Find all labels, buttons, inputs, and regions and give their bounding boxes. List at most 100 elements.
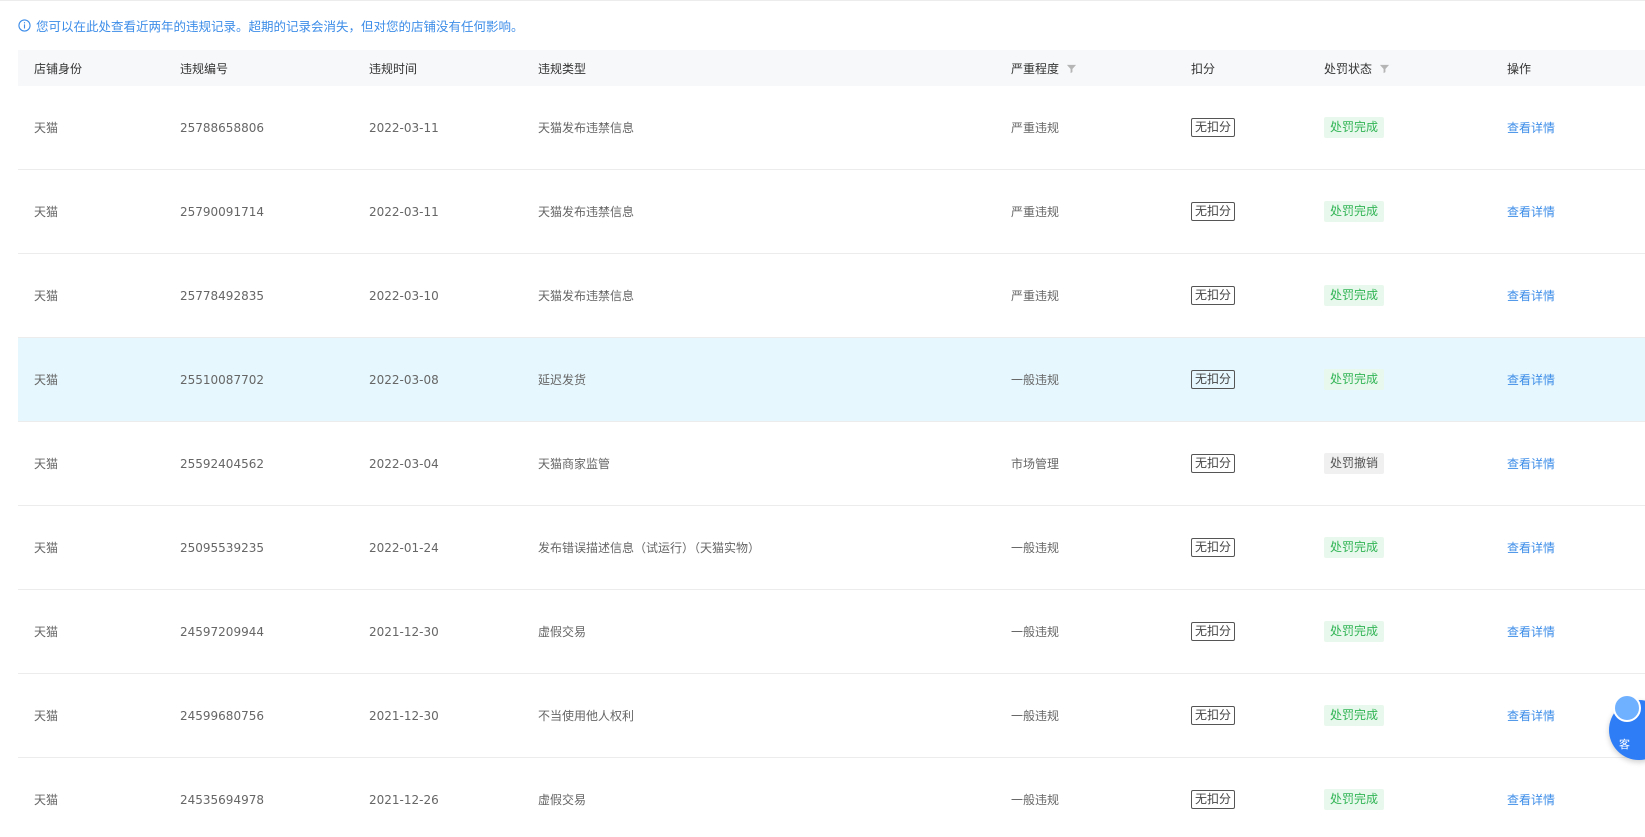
- cell-action: 查看详情: [1507, 422, 1555, 505]
- cell-violation-time: 2021-12-30: [369, 624, 439, 639]
- view-details-link[interactable]: 查看详情: [1507, 707, 1555, 724]
- cell-status: 处罚撤销: [1324, 422, 1385, 505]
- cell-severity: 一般违规: [1011, 793, 1060, 807]
- column-header-id: 违规编号: [180, 50, 228, 86]
- cell-violation-type: 天猫商家监管: [538, 457, 611, 471]
- cell-violation-time: 2021-12-26: [369, 792, 439, 807]
- cell-violation-id: 24599680756: [180, 708, 264, 723]
- view-details-link[interactable]: 查看详情: [1507, 539, 1555, 556]
- column-header-action: 操作: [1507, 50, 1531, 86]
- status-badge: 处罚完成: [1324, 537, 1385, 558]
- cell-identity: 天猫: [34, 457, 59, 471]
- cell-status: 处罚完成: [1324, 86, 1385, 169]
- deduct-tag: 无扣分: [1191, 370, 1236, 389]
- cell-violation-id: 25790091714: [180, 204, 264, 219]
- column-header-deduct: 扣分: [1191, 50, 1215, 86]
- violation-table: 店铺身份 违规编号 违规时间 违规类型 严重程度 扣分 处罚状态 操作 天猫 2: [18, 50, 1645, 837]
- view-details-link[interactable]: 查看详情: [1507, 119, 1555, 136]
- cell-status: 处罚完成: [1324, 254, 1385, 337]
- column-header-status: 处罚状态: [1324, 50, 1390, 86]
- cell-status: 处罚完成: [1324, 674, 1385, 757]
- cell-status: 处罚完成: [1324, 590, 1385, 673]
- cell-identity: 天猫: [34, 121, 59, 135]
- deduct-tag: 无扣分: [1191, 790, 1236, 809]
- column-header-identity: 店铺身份: [34, 50, 82, 86]
- column-header-label: 操作: [1507, 61, 1532, 76]
- cell-violation-id: 25095539235: [180, 540, 264, 555]
- deduct-tag: 无扣分: [1191, 538, 1236, 557]
- table-row: 天猫 24535694978 2021-12-26 虚假交易 一般违规 无扣分 …: [18, 758, 1645, 837]
- status-badge: 处罚完成: [1324, 621, 1385, 642]
- cell-status: 处罚完成: [1324, 506, 1385, 589]
- cell-violation-id: 24535694978: [180, 792, 264, 807]
- violation-records-page: 您可以在此处查看近两年的违规记录。超期的记录会消失，但对您的店铺没有任何影响。 …: [0, 0, 1645, 837]
- column-header-label: 违规编号: [180, 61, 229, 76]
- status-badge: 处罚完成: [1324, 117, 1385, 138]
- cell-violation-id: 25592404562: [180, 456, 264, 471]
- view-details-link[interactable]: 查看详情: [1507, 623, 1555, 640]
- status-badge: 处罚撤销: [1324, 453, 1385, 474]
- cell-violation-id: 25510087702: [180, 372, 264, 387]
- view-details-link[interactable]: 查看详情: [1507, 371, 1555, 388]
- view-details-link[interactable]: 查看详情: [1507, 455, 1555, 472]
- cell-severity: 严重违规: [1011, 121, 1060, 135]
- column-header-time: 违规时间: [369, 50, 417, 86]
- cell-action: 查看详情: [1507, 254, 1555, 337]
- status-badge: 处罚完成: [1324, 705, 1385, 726]
- cell-violation-time: 2022-01-24: [369, 540, 439, 555]
- cell-action: 查看详情: [1507, 758, 1555, 837]
- cell-status: 处罚完成: [1324, 338, 1385, 421]
- info-notice: 您可以在此处查看近两年的违规记录。超期的记录会消失，但对您的店铺没有任何影响。: [18, 15, 524, 35]
- cell-violation-type: 不当使用他人权利: [538, 709, 635, 723]
- cell-severity: 一般违规: [1011, 709, 1060, 723]
- deduct-tag: 无扣分: [1191, 202, 1236, 221]
- cell-violation-time: 2022-03-08: [369, 372, 439, 387]
- cell-violation-type: 天猫发布违禁信息: [538, 289, 635, 303]
- table-row: 天猫 25095539235 2022-01-24 发布错误描述信息（试运行）（…: [18, 506, 1645, 590]
- status-badge: 处罚完成: [1324, 789, 1385, 810]
- status-badge: 处罚完成: [1324, 369, 1385, 390]
- cell-violation-type: 发布错误描述信息（试运行）（天猫实物）: [538, 541, 761, 555]
- cell-deduct: 无扣分: [1191, 674, 1236, 757]
- cell-deduct: 无扣分: [1191, 254, 1236, 337]
- cell-violation-time: 2022-03-10: [369, 288, 439, 303]
- cell-violation-type: 延迟发货: [538, 373, 587, 387]
- column-header-label: 违规类型: [538, 61, 587, 76]
- deduct-tag: 无扣分: [1191, 286, 1236, 305]
- view-details-link[interactable]: 查看详情: [1507, 791, 1555, 808]
- status-badge: 处罚完成: [1324, 285, 1385, 306]
- table-row: 天猫 24599680756 2021-12-30 不当使用他人权利 一般违规 …: [18, 674, 1645, 758]
- status-filter-icon[interactable]: [1379, 63, 1390, 74]
- column-header-label: 严重程度: [1011, 61, 1060, 76]
- cell-violation-type: 天猫发布违禁信息: [538, 205, 635, 219]
- cell-identity: 天猫: [34, 793, 59, 807]
- column-header-severity: 严重程度: [1011, 50, 1077, 86]
- deduct-tag: 无扣分: [1191, 454, 1236, 473]
- cell-violation-id: 25788658806: [180, 120, 264, 135]
- cell-severity: 市场管理: [1011, 457, 1060, 471]
- status-badge: 处罚完成: [1324, 201, 1385, 222]
- cell-deduct: 无扣分: [1191, 422, 1236, 505]
- cell-action: 查看详情: [1507, 674, 1555, 757]
- cell-violation-type: 虚假交易: [538, 793, 587, 807]
- cell-action: 查看详情: [1507, 86, 1555, 169]
- cell-severity: 严重违规: [1011, 289, 1060, 303]
- info-icon: [18, 18, 31, 32]
- cell-violation-time: 2022-03-11: [369, 204, 439, 219]
- severity-filter-icon[interactable]: [1066, 63, 1077, 74]
- cell-identity: 天猫: [34, 541, 59, 555]
- cell-deduct: 无扣分: [1191, 86, 1236, 169]
- cell-action: 查看详情: [1507, 590, 1555, 673]
- cell-violation-type: 天猫发布违禁信息: [538, 121, 635, 135]
- cell-violation-type: 虚假交易: [538, 625, 587, 639]
- column-header-label: 处罚状态: [1324, 61, 1373, 76]
- deduct-tag: 无扣分: [1191, 118, 1236, 137]
- view-details-link[interactable]: 查看详情: [1507, 287, 1555, 304]
- cell-action: 查看详情: [1507, 338, 1555, 421]
- cell-identity: 天猫: [34, 373, 59, 387]
- cell-deduct: 无扣分: [1191, 758, 1236, 837]
- cell-identity: 天猫: [34, 625, 59, 639]
- cell-violation-time: 2022-03-04: [369, 456, 439, 471]
- cell-identity: 天猫: [34, 709, 59, 723]
- view-details-link[interactable]: 查看详情: [1507, 203, 1555, 220]
